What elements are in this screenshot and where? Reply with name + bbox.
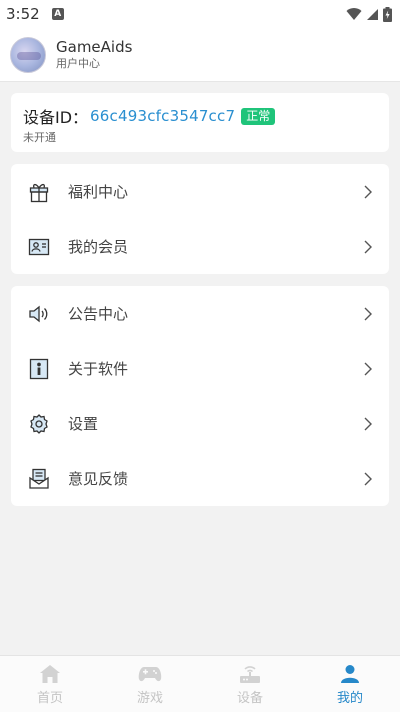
menu-label: 关于软件: [68, 360, 129, 378]
status-bar: 3:52 A: [0, 0, 400, 28]
avatar[interactable]: [10, 36, 46, 73]
menu-item-about[interactable]: 关于软件: [11, 341, 389, 396]
gift-icon: [27, 180, 51, 204]
nav-label: 游戏: [136, 690, 163, 706]
device-card: 设备ID： 66c493cfc3547cc7 正常 未开通: [11, 93, 389, 152]
info-icon: [27, 357, 51, 381]
menu-label: 设置: [68, 415, 99, 433]
menu-item-my-membership[interactable]: 我的会员: [11, 219, 389, 274]
status-time: 3:52: [6, 5, 40, 23]
menu-item-feedback[interactable]: 意见反馈: [11, 451, 389, 506]
battery-icon: [383, 6, 392, 22]
menu-card-benefits: 福利中心 我的会员: [11, 164, 389, 274]
subscription-status: 未开通: [23, 131, 56, 144]
router-icon: [238, 663, 262, 685]
header-text: GameAids 用户中心: [56, 38, 132, 71]
device-id-value[interactable]: 66c493cfc3547cc7: [90, 107, 235, 125]
header-subtitle: 用户中心: [56, 57, 100, 70]
menu-item-welfare-center[interactable]: 福利中心: [11, 164, 389, 219]
member-card-icon: [27, 235, 51, 259]
wifi-icon: [346, 8, 362, 20]
menu-item-settings[interactable]: 设置: [11, 396, 389, 451]
menu-item-announcements[interactable]: 公告中心: [11, 286, 389, 341]
notification-app-icon: A: [51, 8, 64, 20]
menu-label: 我的会员: [68, 238, 129, 256]
nav-mine[interactable]: 我的: [300, 656, 400, 712]
menu-label: 意见反馈: [68, 470, 129, 488]
menu-card-general: 公告中心 关于软件 设置 意见反馈: [11, 286, 389, 506]
status-indicators: [346, 6, 392, 22]
chevron-right-icon: [364, 417, 372, 430]
device-line: 设备ID： 66c493cfc3547cc7 正常: [23, 105, 377, 127]
chevron-right-icon: [364, 362, 372, 375]
chevron-right-icon: [364, 472, 372, 485]
speaker-icon: [27, 302, 51, 326]
chevron-right-icon: [364, 240, 372, 253]
nav-label: 设备: [236, 690, 263, 706]
app-title: GameAids: [56, 38, 133, 56]
nav-home[interactable]: 首页: [0, 656, 100, 712]
nav-label: 首页: [36, 690, 63, 706]
home-icon: [38, 663, 62, 685]
nav-games[interactable]: 游戏: [100, 656, 200, 712]
device-id-label: 设备ID：: [23, 108, 89, 127]
nav-label: 我的: [336, 690, 363, 706]
feedback-icon: [27, 467, 51, 491]
status-badge: 正常: [241, 107, 276, 125]
signal-icon: [367, 8, 378, 20]
menu-label: 福利中心: [68, 183, 129, 201]
chevron-right-icon: [364, 185, 372, 198]
gamepad-icon: [138, 663, 162, 685]
nav-device[interactable]: 设备: [200, 656, 300, 712]
menu-label: 公告中心: [68, 305, 129, 323]
chevron-right-icon: [364, 307, 372, 320]
user-icon: [338, 663, 362, 685]
header: GameAids 用户中心: [0, 28, 400, 82]
gear-icon: [27, 412, 51, 436]
bottom-nav: 首页 游戏 设备 我的: [0, 655, 400, 712]
